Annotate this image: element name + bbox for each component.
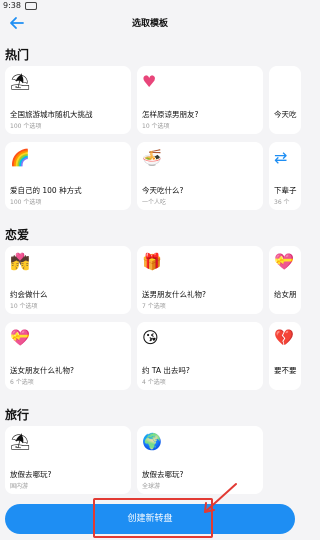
template-card[interactable]: 🌍 放假去哪玩? 全球游 bbox=[137, 426, 263, 494]
card-title: 约会做什么 bbox=[10, 290, 48, 299]
template-card[interactable]: ♥ 怎样原谅男朋友? 10 个选项 bbox=[137, 66, 263, 134]
template-card[interactable]: ⇄ 下辈子 36 个 bbox=[269, 142, 301, 210]
kiss-face-icon: 😘 bbox=[142, 328, 159, 347]
card-title: 爱自己的 100 种方式 bbox=[10, 186, 82, 195]
card-title: 全国旅游城市随机大挑战 bbox=[10, 110, 93, 119]
beach-umbrella-icon: ⛱ bbox=[10, 72, 31, 91]
header: 选取模板 bbox=[0, 12, 300, 34]
heart-icon: ♥ bbox=[142, 72, 157, 91]
card-subtitle: 一个人吃 bbox=[142, 199, 167, 206]
section-title-love: 恋爱 bbox=[5, 228, 30, 242]
template-card[interactable]: 💏 约会做什么 10 个选项 bbox=[5, 246, 131, 314]
create-wheel-button[interactable]: 创建新转盘 bbox=[5, 504, 295, 534]
love-row-2: 💝 送女朋友什么礼物? 6 个选项 😘 约 TA 出去吗? 4 个选项 💔 要不… bbox=[5, 322, 301, 390]
template-card[interactable]: ⛱ 放假去哪玩? 国内游 bbox=[5, 426, 131, 494]
template-card[interactable]: 💝 给女朋 bbox=[269, 246, 301, 314]
template-card[interactable]: 💝 送女朋友什么礼物? 6 个选项 bbox=[5, 322, 131, 390]
card-title: 送女朋友什么礼物? bbox=[10, 366, 74, 375]
page-title: 选取模板 bbox=[131, 19, 168, 29]
globe-icon: 🌍 bbox=[142, 432, 162, 451]
love-row-1: 💏 约会做什么 10 个选项 🎁 送男朋友什么礼物? 7 个选项 💝 给女朋 bbox=[5, 246, 301, 314]
rainbow-icon: 🌈 bbox=[10, 148, 30, 167]
card-subtitle: 全球游 bbox=[142, 483, 161, 490]
card-subtitle: 100 个选项 bbox=[10, 199, 42, 206]
card-subtitle: 10 个选项 bbox=[142, 123, 170, 130]
gift-icon: 🎁 bbox=[142, 252, 162, 271]
card-subtitle: 7 个选项 bbox=[142, 303, 166, 310]
card-title: 约 TA 出去吗? bbox=[142, 366, 190, 375]
template-card[interactable]: 🎁 送男朋友什么礼物? 7 个选项 bbox=[137, 246, 263, 314]
template-card[interactable]: 💔 要不要 bbox=[269, 322, 301, 390]
card-title: 给女朋 bbox=[274, 290, 297, 299]
repeat-icon: ⇄ bbox=[274, 148, 288, 167]
status-time: 9:38 bbox=[3, 1, 21, 10]
template-card[interactable]: 🌈 爱自己的 100 种方式 100 个选项 bbox=[5, 142, 131, 210]
card-title: 放假去哪玩? bbox=[142, 470, 184, 479]
section-title-hot: 热门 bbox=[5, 48, 30, 62]
food-bowl-icon: 🍜 bbox=[142, 148, 162, 167]
card-subtitle: 国内游 bbox=[10, 483, 29, 490]
hot-row-2: 🌈 爱自己的 100 种方式 100 个选项 🍜 今天吃什么? 一个人吃 ⇄ 下… bbox=[5, 142, 301, 210]
card-subtitle: 36 个 bbox=[274, 199, 290, 206]
status-notification-icon bbox=[24, 2, 37, 10]
travel-row-1: ⛱ 放假去哪玩? 国内游 🌍 放假去哪玩? 全球游 bbox=[5, 426, 263, 494]
card-title: 今天吃 bbox=[274, 110, 297, 119]
card-title: 送男朋友什么礼物? bbox=[142, 290, 206, 299]
heart-gift-icon: 💝 bbox=[274, 252, 294, 271]
kissing-couple-icon: 💏 bbox=[10, 252, 30, 271]
hot-row-1: ⛱ 全国旅游城市随机大挑战 100 个选项 ♥ 怎样原谅男朋友? 10 个选项 … bbox=[5, 66, 301, 134]
card-title: 怎样原谅男朋友? bbox=[142, 110, 199, 119]
card-subtitle: 6 个选项 bbox=[10, 379, 34, 386]
template-card[interactable]: ⛱ 全国旅游城市随机大挑战 100 个选项 bbox=[5, 66, 131, 134]
broken-heart-icon: 💔 bbox=[274, 328, 294, 347]
beach-umbrella-icon: ⛱ bbox=[10, 432, 31, 451]
template-card[interactable]: 😘 约 TA 出去吗? 4 个选项 bbox=[137, 322, 263, 390]
section-title-travel: 旅行 bbox=[5, 408, 30, 422]
card-subtitle: 10 个选项 bbox=[10, 303, 38, 310]
card-title: 今天吃什么? bbox=[142, 186, 184, 195]
status-bar: 9:38 bbox=[0, 0, 300, 12]
card-title: 下辈子 bbox=[274, 186, 297, 195]
card-title: 要不要 bbox=[274, 366, 297, 375]
template-card[interactable]: 🍜 今天吃什么? 一个人吃 bbox=[137, 142, 263, 210]
card-title: 放假去哪玩? bbox=[10, 470, 52, 479]
gift-heart-icon: 💝 bbox=[10, 328, 30, 347]
back-arrow-icon[interactable] bbox=[8, 14, 26, 32]
card-subtitle: 4 个选项 bbox=[142, 379, 166, 386]
card-subtitle: 100 个选项 bbox=[10, 123, 42, 130]
template-card[interactable]: 今天吃 bbox=[269, 66, 301, 134]
